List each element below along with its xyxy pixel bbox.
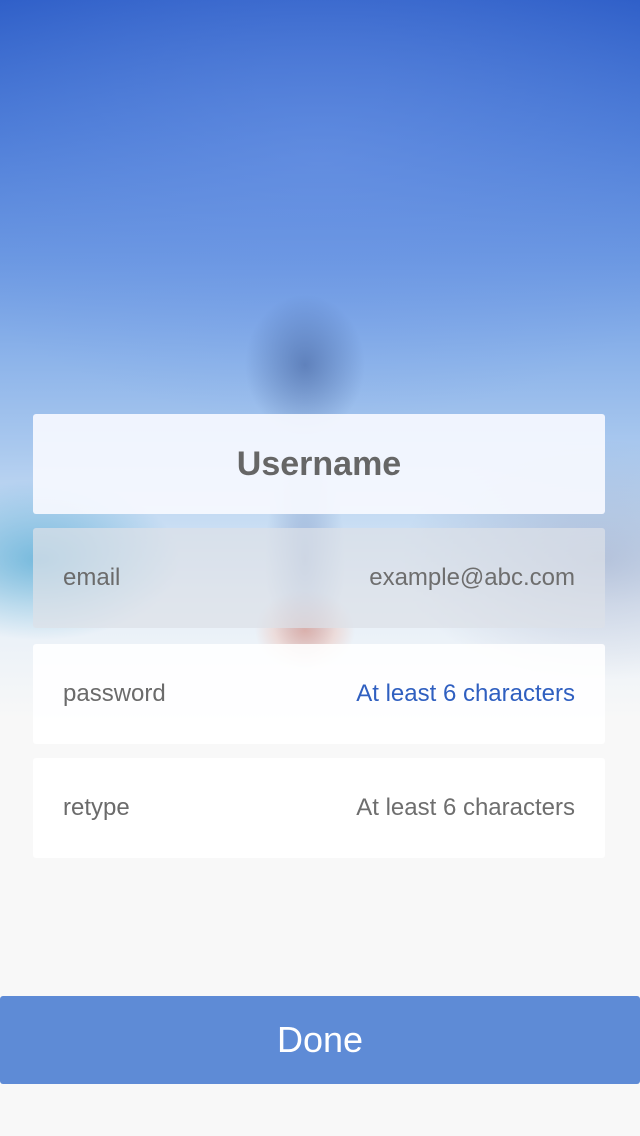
password-input[interactable]	[245, 680, 575, 708]
username-field[interactable]: Username	[33, 414, 605, 514]
password-row[interactable]: password	[33, 644, 605, 744]
email-label: email	[63, 564, 121, 591]
retype-row[interactable]: retype	[33, 758, 605, 858]
email-input[interactable]	[245, 564, 575, 592]
retype-password-input[interactable]	[245, 794, 575, 822]
username-title: Username	[236, 444, 402, 483]
done-button[interactable]: Done	[0, 996, 640, 1084]
retype-label: retype	[63, 794, 130, 821]
password-label: password	[63, 680, 166, 707]
email-row[interactable]: email	[33, 528, 605, 628]
